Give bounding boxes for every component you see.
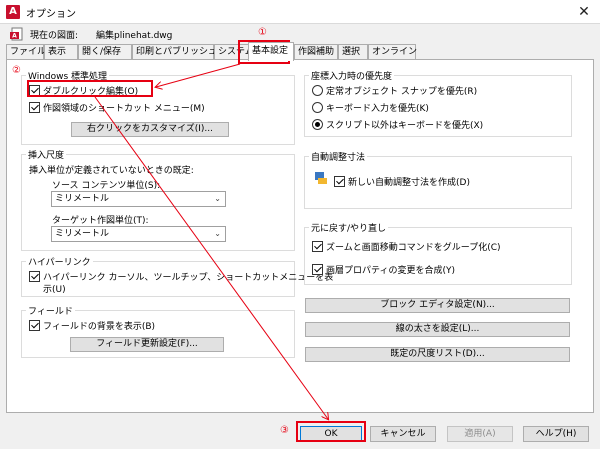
checkbox-label: 作図領域のショートカット メニュー(M) bbox=[43, 104, 205, 114]
title-bar: A オプション ✕ bbox=[0, 0, 600, 24]
source-units-label: ソース コンテンツ単位(S): bbox=[52, 181, 161, 191]
associative-dimensioning-group: 自動調整寸法 新しい自動調整寸法を作成(D) bbox=[304, 150, 572, 209]
radio-circle[interactable] bbox=[312, 119, 323, 130]
target-units-select[interactable]: ミリメートル ⌄ bbox=[51, 226, 226, 242]
checkbox-box[interactable] bbox=[334, 176, 345, 187]
keyboard-entry-radio[interactable]: キーボード入力を優先(K) bbox=[312, 101, 429, 114]
double-click-edit-checkbox[interactable]: ダブルクリック編集(O) bbox=[29, 84, 138, 97]
combine-zoom-pan-checkbox[interactable]: ズームと画面移動コマンドをグループ化(C) bbox=[312, 240, 501, 253]
group-title: Windows 標準処理 bbox=[26, 69, 110, 82]
ok-button[interactable]: OK bbox=[300, 426, 362, 442]
tab-system[interactable]: システム bbox=[214, 44, 254, 60]
annotation-number-3: ③ bbox=[280, 425, 289, 436]
target-units-label: ターゲット作図単位(T): bbox=[52, 216, 149, 226]
shortcut-menu-checkbox[interactable]: 作図領域のショートカット メニュー(M) bbox=[29, 101, 205, 114]
cancel-button[interactable]: キャンセル bbox=[370, 426, 436, 442]
source-units-select[interactable]: ミリメートル ⌄ bbox=[51, 191, 226, 207]
radio-label: 定常オブジェクト スナップを優先(R) bbox=[326, 87, 478, 97]
default-scale-list-button[interactable]: 既定の尺度リスト(D)... bbox=[305, 347, 570, 362]
hyperlink-group: ハイパーリンク ハイパーリンク カーソル、ツールチップ、ショートカットメニューを… bbox=[21, 255, 333, 297]
checkbox-label: ダブルクリック編集(O) bbox=[43, 87, 139, 97]
drawing-file-icon: A bbox=[10, 27, 23, 41]
autocad-app-icon: A bbox=[6, 5, 20, 19]
tab-user-preferences[interactable]: 基本設定 bbox=[248, 42, 294, 61]
checkbox-label: ハイパーリンク カーソル、ツールチップ、ショートカットメニューを表 bbox=[43, 273, 334, 283]
combine-layer-property-checkbox[interactable]: 画層プロパティの変更を合成(Y) bbox=[312, 263, 455, 276]
tab-selection[interactable]: 選択 bbox=[338, 44, 368, 60]
checkbox-label: ズームと画面移動コマンドをグループ化(C) bbox=[326, 243, 501, 253]
profile-row: A 現在の図面: 編集plinehat.dwg bbox=[0, 26, 600, 42]
checkbox-box[interactable] bbox=[312, 241, 323, 252]
chevron-down-icon: ⌄ bbox=[214, 229, 221, 238]
current-drawing-label: 現在の図面: bbox=[30, 31, 79, 41]
radio-label: スクリプト以外はキーボードを優先(X) bbox=[326, 121, 484, 131]
checkbox-box[interactable] bbox=[29, 271, 40, 282]
tab-open-save[interactable]: 開く/保存 bbox=[78, 44, 132, 60]
checkbox-box[interactable] bbox=[29, 102, 40, 113]
tab-strip: ファイル 表示 開く/保存 印刷とパブリッシュ システム 基本設定 作図補助 選… bbox=[6, 42, 594, 61]
group-title: 挿入尺度 bbox=[26, 148, 67, 161]
group-title: フィールド bbox=[26, 304, 75, 317]
checkbox-box[interactable] bbox=[312, 264, 323, 275]
checkbox-box[interactable] bbox=[29, 320, 40, 331]
group-title: ハイパーリンク bbox=[26, 255, 93, 268]
group-title: 元に戻す/やり直し bbox=[309, 221, 389, 234]
insertion-default-label: 挿入単位が定義されていないときの既定: bbox=[29, 166, 194, 176]
radio-circle[interactable] bbox=[312, 102, 323, 113]
checkbox-label: 新しい自動調整寸法を作成(D) bbox=[348, 178, 470, 188]
running-osnap-radio[interactable]: 定常オブジェクト スナップを優先(R) bbox=[312, 84, 477, 97]
customize-right-click-button[interactable]: 右クリックをカスタマイズ(I)... bbox=[71, 122, 229, 137]
annotation-number-2: ② bbox=[12, 65, 21, 76]
radio-label: キーボード入力を優先(K) bbox=[326, 104, 429, 114]
group-title: 座標入力時の優先度 bbox=[309, 69, 395, 82]
checkbox-box[interactable] bbox=[29, 85, 40, 96]
lineweight-settings-button[interactable]: 線の太さを設定(L)... bbox=[305, 322, 570, 337]
apply-button[interactable]: 適用(A) bbox=[447, 426, 513, 442]
checkbox-label-continuation: 示(U) bbox=[43, 285, 66, 295]
windows-standard-group: Windows 標準処理 ダブルクリック編集(O) 作図領域のショートカット メ… bbox=[21, 69, 295, 145]
dimension-icon bbox=[315, 172, 327, 184]
tab-panel-user-preferences: Windows 標準処理 ダブルクリック編集(O) 作図領域のショートカット メ… bbox=[6, 59, 594, 413]
field-group: フィールド フィールドの背景を表示(B) フィールド更新設定(F)... bbox=[21, 304, 295, 358]
tab-drafting[interactable]: 作図補助 bbox=[294, 44, 338, 60]
tab-plot-publish[interactable]: 印刷とパブリッシュ bbox=[132, 44, 217, 60]
close-icon[interactable]: ✕ bbox=[574, 2, 594, 22]
checkbox-label: フィールドの背景を表示(B) bbox=[43, 322, 156, 332]
keyboard-except-scripts-radio[interactable]: スクリプト以外はキーボードを優先(X) bbox=[312, 118, 483, 131]
tab-display[interactable]: 表示 bbox=[44, 44, 78, 60]
checkbox-label: 画層プロパティの変更を合成(Y) bbox=[326, 266, 455, 276]
chevron-down-icon: ⌄ bbox=[214, 194, 221, 203]
current-drawing-value: 編集plinehat.dwg bbox=[96, 31, 173, 41]
field-update-settings-button[interactable]: フィールド更新設定(F)... bbox=[70, 337, 224, 352]
coordinate-entry-priority-group: 座標入力時の優先度 定常オブジェクト スナップを優先(R) キーボード入力を優先… bbox=[304, 69, 572, 137]
hyperlink-display-checkbox[interactable]: ハイパーリンク カーソル、ツールチップ、ショートカットメニューを表 bbox=[29, 270, 333, 283]
block-editor-settings-button[interactable]: ブロック エディタ設定(N)... bbox=[305, 298, 570, 313]
tab-files[interactable]: ファイル bbox=[6, 44, 46, 60]
insertion-scale-group: 挿入尺度 挿入単位が定義されていないときの既定: ソース コンテンツ単位(S):… bbox=[21, 148, 295, 251]
help-button[interactable]: ヘルプ(H) bbox=[523, 426, 589, 442]
tab-online[interactable]: オンライン bbox=[368, 44, 417, 60]
new-associative-dimension-checkbox[interactable]: 新しい自動調整寸法を作成(D) bbox=[334, 175, 470, 188]
field-background-checkbox[interactable]: フィールドの背景を表示(B) bbox=[29, 319, 155, 332]
window-title: オプション bbox=[26, 9, 76, 20]
svg-text:A: A bbox=[12, 33, 17, 40]
radio-circle[interactable] bbox=[312, 85, 323, 96]
source-units-value: ミリメートル bbox=[55, 194, 110, 204]
undo-redo-group: 元に戻す/やり直し ズームと画面移動コマンドをグループ化(C) 画層プロパティの… bbox=[304, 221, 572, 285]
annotation-number-1: ① bbox=[258, 27, 267, 38]
target-units-value: ミリメートル bbox=[55, 229, 110, 239]
group-title: 自動調整寸法 bbox=[309, 150, 368, 163]
dialog-button-bar: OK キャンセル 適用(A) ヘルプ(H) bbox=[0, 418, 600, 449]
